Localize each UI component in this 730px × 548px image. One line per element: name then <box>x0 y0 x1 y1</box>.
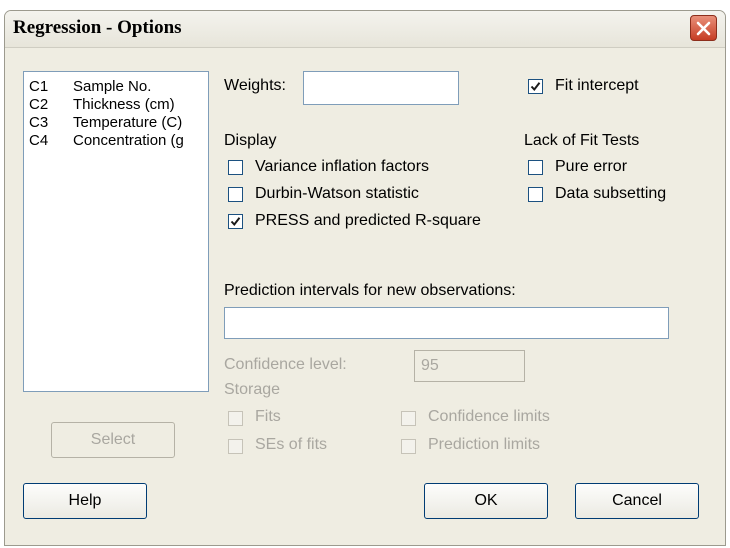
fits-label: Fits <box>255 408 281 425</box>
lack-of-fit-heading: Lack of Fit Tests <box>524 132 640 149</box>
data-subsetting-checkbox[interactable] <box>528 187 543 202</box>
list-item[interactable]: C4 Concentration (g <box>29 132 184 149</box>
checkmark-icon <box>230 217 241 227</box>
select-button[interactable]: Select <box>51 422 175 458</box>
prediction-intervals-input[interactable] <box>224 307 669 339</box>
prediction-limits-checkbox[interactable] <box>401 439 416 454</box>
column-id: C2 <box>29 96 49 113</box>
title-bar: Regression - Options <box>5 11 725 48</box>
press-checkbox[interactable] <box>228 214 243 229</box>
window-title: Regression - Options <box>13 17 182 38</box>
press-label: PRESS and predicted R-square <box>255 212 481 229</box>
ses-of-fits-checkbox[interactable] <box>228 439 243 454</box>
ok-button[interactable]: OK <box>424 483 548 519</box>
confidence-level-input[interactable]: 95 <box>414 350 525 382</box>
column-name: Thickness (cm) <box>73 96 175 113</box>
prediction-limits-label: Prediction limits <box>428 436 541 453</box>
close-button[interactable] <box>690 15 717 41</box>
fit-intercept-label: Fit intercept <box>555 77 639 94</box>
display-heading: Display <box>224 132 277 149</box>
checkmark-icon <box>530 82 541 92</box>
cancel-button[interactable]: Cancel <box>575 483 699 519</box>
vif-label: Variance inflation factors <box>255 158 430 175</box>
pure-error-label: Pure error <box>555 158 628 175</box>
list-item[interactable]: C1 Sample No. <box>29 78 151 95</box>
confidence-limits-label: Confidence limits <box>428 408 550 425</box>
list-item[interactable]: C3 Temperature (C) <box>29 114 182 131</box>
fit-intercept-checkbox[interactable] <box>528 79 543 94</box>
pure-error-checkbox[interactable] <box>528 160 543 175</box>
prediction-intervals-label: Prediction intervals for new observation… <box>224 282 516 299</box>
fits-checkbox[interactable] <box>228 411 243 426</box>
column-name: Temperature (C) <box>73 114 183 131</box>
ses-of-fits-label: SEs of fits <box>255 436 328 453</box>
column-id: C3 <box>29 114 49 131</box>
confidence-level-label: Confidence level: <box>224 356 347 373</box>
column-id: C4 <box>29 132 49 149</box>
regression-options-dialog: Regression - Options C1 Sample No. C2 Th… <box>4 10 726 546</box>
storage-heading: Storage <box>224 381 281 398</box>
column-name: Sample No. <box>73 78 152 95</box>
close-icon <box>696 21 711 35</box>
column-id: C1 <box>29 78 49 95</box>
confidence-limits-checkbox[interactable] <box>401 411 416 426</box>
variables-list[interactable]: C1 Sample No. C2 Thickness (cm) C3 Tempe… <box>23 71 209 392</box>
vif-checkbox[interactable] <box>228 160 243 175</box>
durbin-watson-label: Durbin-Watson statistic <box>255 185 419 202</box>
data-subsetting-label: Data subsetting <box>555 185 667 202</box>
help-button[interactable]: Help <box>23 483 147 519</box>
confidence-level-value: 95 <box>421 357 439 374</box>
list-item[interactable]: C2 Thickness (cm) <box>29 96 175 113</box>
column-name: Concentration (g <box>73 132 184 149</box>
durbin-watson-checkbox[interactable] <box>228 187 243 202</box>
weights-input[interactable] <box>303 71 459 105</box>
weights-label: Weights: <box>224 77 286 94</box>
